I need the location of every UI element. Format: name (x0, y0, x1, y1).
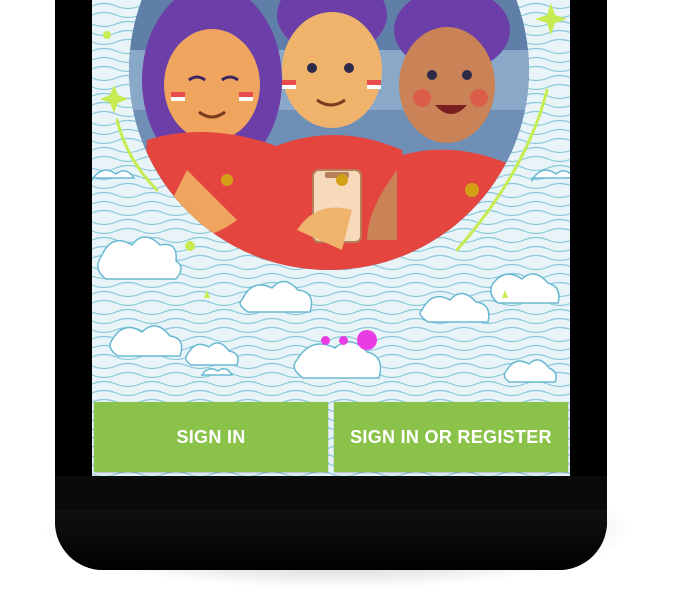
page-dot-active[interactable] (357, 330, 377, 350)
page-dot[interactable] (321, 335, 330, 345)
sign-in-or-register-button[interactable]: SIGN IN OR REGISTER (334, 402, 568, 472)
page-dot[interactable] (339, 335, 348, 345)
device-mockup: SIGN IN SIGN IN OR REGISTER (0, 0, 674, 593)
phone-bottom-edge (55, 510, 607, 570)
sign-in-button[interactable]: SIGN IN (94, 402, 328, 472)
three-football-fans-illustration (129, 0, 529, 270)
phone-chin (55, 476, 607, 512)
page-indicator (92, 330, 570, 350)
